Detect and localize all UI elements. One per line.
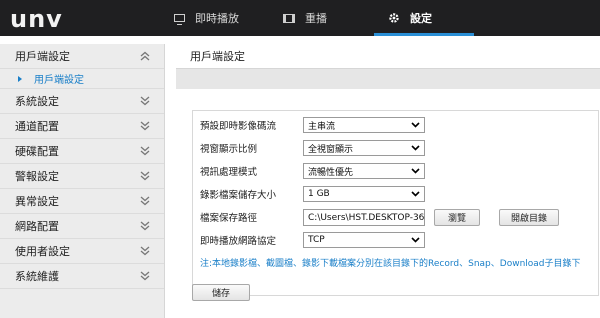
sidebar-item-system-maintenance[interactable]: 系統維護 (0, 264, 164, 289)
brand-logo: unv (10, 5, 63, 33)
field-label: 視窗顯示比例 (200, 144, 258, 155)
nav-playback[interactable]: 重播 (283, 0, 327, 36)
open-directory-button[interactable]: 開啟目錄 (499, 209, 559, 226)
chevron-down-icon (140, 246, 150, 256)
form-row: 視窗顯示比例 全視窗顯示 (193, 136, 600, 160)
sidebar-item-exception-settings[interactable]: 異常設定 (0, 189, 164, 214)
form-row: 即時播放網路協定 TCP (193, 228, 600, 252)
select-value: 1 GB (308, 189, 330, 199)
header-band (176, 69, 600, 89)
gear-icon (388, 12, 400, 24)
chevron-down-icon (140, 171, 150, 181)
form-row: 視訊處理模式 流暢性優先 (193, 159, 600, 183)
nav-live-view-label: 即時播放 (195, 12, 239, 25)
sidebar-item-disk-config[interactable]: 硬碟配置 (0, 139, 164, 164)
sidebar-item-channel-config[interactable]: 通道配置 (0, 114, 164, 139)
chevron-down-icon (411, 237, 420, 243)
chevron-down-icon (411, 191, 420, 197)
default-stream-select[interactable]: 主串流 (303, 117, 425, 133)
sidebar-item-alarm-settings[interactable]: 警報設定 (0, 164, 164, 189)
live-protocol-select[interactable]: TCP (303, 232, 425, 248)
sidebar-item-label: 用戶端設定 (15, 50, 70, 63)
sidebar-subitem-label: 用戶端設定 (34, 75, 84, 86)
film-icon (283, 13, 295, 23)
chevron-down-icon (140, 271, 150, 281)
select-value: 全視窗顯示 (308, 144, 354, 155)
video-processing-mode-select[interactable]: 流暢性優先 (303, 163, 425, 179)
form-row: 錄影檔案儲存大小 1 GB (193, 182, 600, 206)
window-ratio-select[interactable]: 全視窗顯示 (303, 140, 425, 156)
field-label: 視訊處理模式 (200, 167, 258, 178)
sidebar-item-label: 網路配置 (15, 220, 59, 233)
chevron-down-icon (140, 221, 150, 231)
sidebar-item-user-settings[interactable]: 使用者設定 (0, 239, 164, 264)
record-file-size-select[interactable]: 1 GB (303, 186, 425, 202)
select-value: 主串流 (308, 121, 336, 132)
caret-right-icon (18, 75, 22, 82)
client-settings-form: 預設即時影像碼流 主串流 視窗顯示比例 全視窗顯示 視訊處理模式 流暢性優先 錄… (192, 110, 599, 296)
top-navigation-bar: unv 即時播放 重播 設定 (0, 0, 600, 36)
sidebar-item-label: 系統維護 (15, 270, 59, 283)
field-label: 錄影檔案儲存大小 (200, 190, 277, 201)
sidebar-item-label: 警報設定 (15, 170, 59, 183)
directory-note: 注:本地錄影檔、截圖檔、錄影下載檔案分別在該目錄下的Record、Snap、Do… (200, 259, 581, 269)
chevron-up-icon (140, 51, 150, 61)
sidebar-item-system-settings[interactable]: 系統設定 (0, 89, 164, 114)
monitor-icon (174, 14, 185, 25)
field-label: 預設即時影像碼流 (200, 121, 277, 132)
sidebar-item-label: 系統設定 (15, 95, 59, 108)
field-label: 檔案保存路徑 (200, 213, 258, 224)
sidebar-item-label: 通道配置 (15, 120, 59, 133)
chevron-down-icon (411, 145, 420, 151)
select-value: TCP (308, 235, 325, 245)
browse-button[interactable]: 瀏覽 (434, 209, 480, 226)
nav-settings-label: 設定 (410, 12, 432, 25)
chevron-down-icon (411, 122, 420, 128)
page-title: 用戶端設定 (176, 44, 600, 69)
select-value: 流暢性優先 (308, 167, 354, 178)
nav-playback-label: 重播 (305, 12, 327, 25)
chevron-down-icon (140, 96, 150, 106)
main-content: 用戶端設定 預設即時影像碼流 主串流 視窗顯示比例 全視窗顯示 視訊處理模式 流… (176, 44, 600, 318)
sidebar-item-label: 使用者設定 (15, 245, 70, 258)
field-label: 即時播放網路協定 (200, 236, 277, 247)
chevron-down-icon (140, 146, 150, 156)
sidebar-item-label: 異常設定 (15, 195, 59, 208)
save-path-input[interactable]: C:\Users\HST.DESKTOP-36 (303, 209, 425, 226)
chevron-down-icon (411, 168, 420, 174)
nav-live-view[interactable]: 即時播放 (174, 0, 239, 36)
nav-settings[interactable]: 設定 (374, 0, 474, 36)
save-button[interactable]: 儲存 (192, 284, 250, 301)
sidebar-item-label: 硬碟配置 (15, 145, 59, 158)
form-row: 檔案保存路徑 C:\Users\HST.DESKTOP-36 瀏覽 開啟目錄 (193, 205, 600, 229)
sidebar-item-network-config[interactable]: 網路配置 (0, 214, 164, 239)
sidebar-subitem-client-settings[interactable]: 用戶端設定 (0, 69, 164, 89)
sidebar-item-client-settings[interactable]: 用戶端設定 (0, 44, 164, 69)
settings-sidebar: 用戶端設定 用戶端設定 系統設定 通道配置 硬碟配置 警報設定 異常設定 網路配… (0, 44, 165, 318)
chevron-down-icon (140, 196, 150, 206)
form-row: 預設即時影像碼流 主串流 (193, 113, 600, 137)
chevron-down-icon (140, 121, 150, 131)
